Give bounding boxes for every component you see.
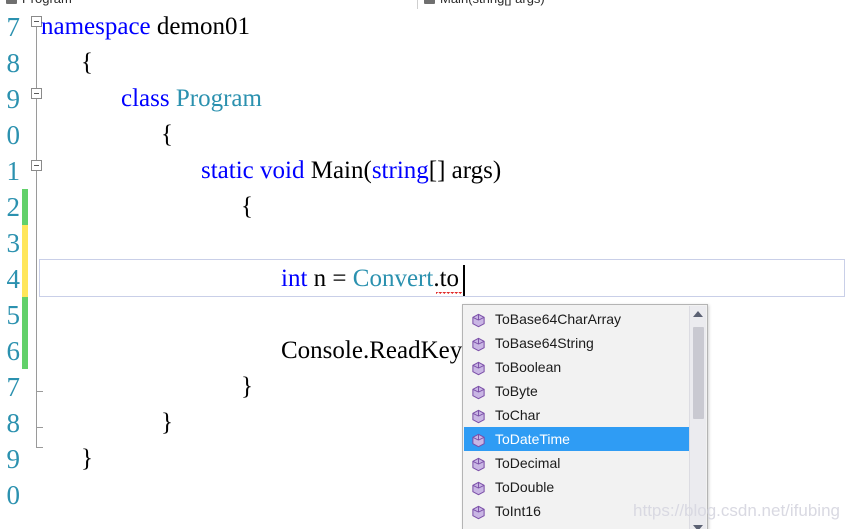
completion-item[interactable]: ToDateTime: [464, 427, 690, 451]
code-token: {: [81, 49, 93, 76]
code-token: Main(: [304, 157, 372, 184]
code-token: class: [121, 85, 170, 112]
error-squiggle: [436, 292, 462, 296]
code-token: demon01: [150, 13, 250, 40]
completion-item[interactable]: ToBoolean: [464, 355, 690, 379]
completion-item[interactable]: ToBase64CharArray: [464, 307, 690, 331]
completion-item[interactable]: ToBase64String: [464, 331, 690, 355]
method-icon: [424, 0, 435, 4]
code-line[interactable]: {: [81, 45, 93, 81]
code-line[interactable]: }: [161, 405, 173, 441]
code-token: [] args): [428, 157, 502, 184]
code-token: }: [241, 373, 253, 400]
completion-item-label: ToDateTime: [495, 431, 570, 447]
code-token: }: [81, 445, 93, 472]
class-icon: [6, 0, 17, 4]
code-token: {: [161, 121, 173, 148]
method-cube-icon: [471, 456, 486, 471]
code-line[interactable]: class Program: [121, 81, 262, 117]
code-token: }: [161, 409, 173, 436]
navbar-member-dropdown[interactable]: Main(string[] args): [424, 0, 844, 9]
code-line[interactable]: namespace demon01: [41, 9, 250, 45]
code-line[interactable]: Console.ReadKey(: [281, 333, 471, 369]
completion-scrollbar[interactable]: [689, 306, 706, 529]
code-editor[interactable]: 78901234567890 namespace demon01{class P…: [0, 9, 848, 529]
scroll-up-arrow-icon[interactable]: [690, 306, 707, 323]
method-cube-icon: [471, 312, 486, 327]
code-token: void: [260, 157, 305, 184]
method-cube-icon: [471, 360, 486, 375]
method-cube-icon: [471, 336, 486, 351]
completion-item-label: ToChar: [495, 407, 541, 423]
completion-item[interactable]: ToInt16: [464, 499, 690, 523]
completion-item[interactable]: ToByte: [464, 379, 690, 403]
code-token: n =: [307, 265, 353, 292]
code-token: Convert: [352, 265, 434, 292]
completion-item[interactable]: ToChar: [464, 403, 690, 427]
visual-studio-editor-window: Program Main(string[] args) 789012345678…: [0, 0, 848, 529]
navbar-member-label: Main(string[] args): [440, 0, 545, 6]
method-cube-icon: [471, 432, 486, 447]
completion-item-label: ToBase64CharArray: [495, 311, 622, 327]
completion-item-label: ToBase64String: [495, 335, 594, 351]
code-token: {: [241, 193, 253, 220]
code-line[interactable]: }: [81, 441, 93, 477]
code-line[interactable]: int n = Convert.to: [281, 261, 459, 297]
method-cube-icon: [471, 408, 486, 423]
completion-item-label: ToInt16: [495, 503, 541, 519]
completion-item-label: ToDecimal: [495, 455, 561, 471]
code-line[interactable]: {: [241, 189, 253, 225]
code-line[interactable]: {: [161, 117, 173, 153]
navbar-class-dropdown[interactable]: Program: [6, 0, 406, 9]
code-token: namespace: [41, 13, 151, 40]
method-cube-icon: [471, 480, 486, 495]
completion-item-list[interactable]: ToBase64CharArray ToBase64String ToBoolean…: [464, 307, 690, 523]
code-token: static: [201, 157, 254, 184]
method-cube-icon: [471, 384, 486, 399]
code-text-layer[interactable]: namespace demon01{class Program{static v…: [0, 9, 848, 529]
code-token: Program: [175, 85, 262, 112]
navbar-divider: [417, 0, 418, 9]
intellisense-completion-popup[interactable]: ToBase64CharArray ToBase64String ToBoolean…: [462, 304, 708, 529]
completion-item-label: ToBoolean: [495, 359, 562, 375]
method-cube-icon: [471, 504, 486, 519]
completion-item[interactable]: ToDouble: [464, 475, 690, 499]
navbar-class-label: Program: [22, 0, 72, 6]
text-caret: [463, 265, 465, 296]
completion-item-label: ToDouble: [495, 479, 555, 495]
code-token: int: [281, 265, 308, 292]
completion-item[interactable]: ToDecimal: [464, 451, 690, 475]
code-token: string: [371, 157, 429, 184]
scrollbar-thumb[interactable]: [693, 327, 704, 419]
code-line[interactable]: }: [241, 369, 253, 405]
code-token: Console.ReadKey(: [281, 337, 471, 364]
code-line[interactable]: static void Main(string[] args): [201, 153, 501, 189]
completion-item-label: ToByte: [495, 383, 538, 399]
scroll-down-arrow-icon[interactable]: [690, 519, 707, 529]
code-token: to: [439, 265, 460, 292]
